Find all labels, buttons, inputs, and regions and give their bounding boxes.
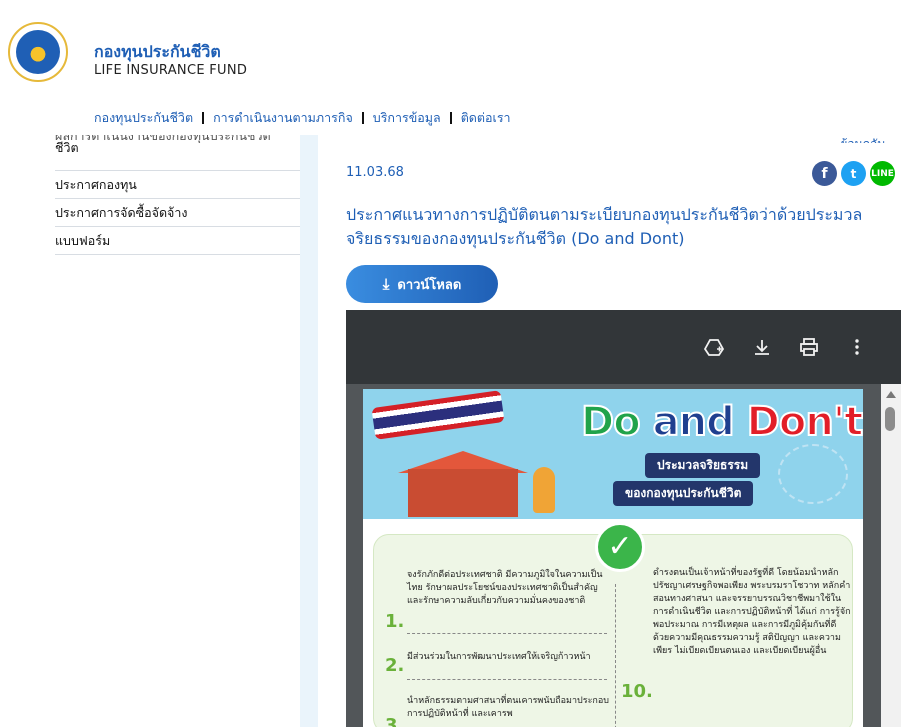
top-navigation: กองทุนประกันชีวิต การดำเนินงานตามภารกิจ … xyxy=(94,108,511,128)
more-vert-icon[interactable] xyxy=(846,337,868,359)
facebook-share-icon[interactable]: f xyxy=(812,161,837,186)
item-number: 3. xyxy=(385,715,405,727)
poster-title-dont: Don't xyxy=(746,398,863,446)
site-header: กองทุนประกันชีวิต LIFE INSURANCE FUND กอ… xyxy=(0,0,905,135)
column-divider xyxy=(615,584,616,727)
life-insurance-fund-seal-icon xyxy=(16,30,60,74)
do-item-text: จงรักภักดีต่อประเทศชาติ มีความภูมิใจในคว… xyxy=(407,570,603,606)
post-date: 11.03.68 xyxy=(346,165,404,180)
line-share-icon[interactable]: LINE xyxy=(870,161,895,186)
nav-item-contact[interactable]: ติดต่อเรา xyxy=(461,108,511,128)
brand-name-english: LIFE INSURANCE FUND xyxy=(94,63,248,78)
check-mark-icon: ✓ xyxy=(595,522,645,572)
pdf-page-area: Do and Don't ประมวลจริยธรรม ของกองทุนประ… xyxy=(346,384,901,727)
temple-image xyxy=(408,469,518,517)
item-divider xyxy=(407,633,607,634)
nav-item-operations[interactable]: การดำเนินงานตามภารกิจ xyxy=(213,108,353,128)
scroll-up-arrow-icon[interactable] xyxy=(886,391,896,398)
nav-item-information[interactable]: บริการข้อมูล xyxy=(373,108,441,128)
nav-separator xyxy=(202,112,205,124)
scroll-thumb[interactable] xyxy=(885,407,895,431)
item-divider xyxy=(407,679,607,680)
do-item-text: นำหลักธรรมตามศาสนาที่ตนเคารพนับถือมาประก… xyxy=(407,696,609,719)
poster-title-and: and xyxy=(652,398,736,446)
poster-title-do: Do xyxy=(580,398,642,446)
back-link[interactable]: ย้อนกลับ xyxy=(840,135,885,143)
nav-separator xyxy=(449,112,452,124)
do-item-text: มีส่วนร่วมในการพัฒนาประเทศให้เจริญก้าวหน… xyxy=(407,652,591,662)
page-title: ประกาศแนวทางการปฏิบัติตนตามระเบียบกองทุน… xyxy=(346,205,863,248)
poster-subtitle-2: ของกองทุนประกันชีวิต xyxy=(613,481,754,506)
main-content: ย้อนกลับ 11.03.68 f t LINE ประกาศแนวทางก… xyxy=(318,135,905,727)
item-number: 10. xyxy=(621,681,653,702)
print-icon[interactable] xyxy=(798,337,820,359)
drive-add-icon[interactable] xyxy=(703,337,725,359)
brand-name-thai[interactable]: กองทุนประกันชีวิต xyxy=(94,40,221,65)
pdf-viewer: Do and Don't ประมวลจริยธรรม ของกองทุนประ… xyxy=(346,310,901,727)
download-arrow-icon: ⤓ xyxy=(382,275,390,293)
site-logo[interactable] xyxy=(8,22,68,82)
item-number: 1. xyxy=(385,611,405,632)
poster-subtitle-1: ประมวลจริยธรรม xyxy=(645,453,761,478)
nav-item-about[interactable]: กองทุนประกันชีวิต xyxy=(94,108,193,128)
scale-decoration-image xyxy=(778,444,848,504)
sidebar-divider xyxy=(300,135,318,727)
sidebar-item-life[interactable]: ชีวิต xyxy=(55,141,300,171)
download-button-label: ดาวน์โหลด xyxy=(397,277,462,293)
sidebar-menu: ผลการดำเนินงานของกองทุนประกันชีวิต ชีวิต… xyxy=(55,129,300,255)
item-number: 2. xyxy=(385,655,405,676)
twitter-share-icon[interactable]: t xyxy=(841,161,866,186)
pdf-page: Do and Don't ประมวลจริยธรรม ของกองทุนประ… xyxy=(363,389,863,727)
pdf-toolbar xyxy=(346,310,901,384)
do-item-text: ดำรงตนเป็นเจ้าหน้าที่ของรัฐที่ดี โดยน้อม… xyxy=(653,568,851,656)
sidebar-item-announcements[interactable]: ประกาศกองทุน xyxy=(55,171,300,199)
sidebar-item-procurement[interactable]: ประกาศการจัดซื้อจัดจ้าง xyxy=(55,199,300,227)
buddha-statue-image xyxy=(533,467,555,513)
pdf-scrollbar[interactable] xyxy=(881,384,901,727)
download-icon[interactable] xyxy=(751,337,773,359)
poster-title: Do and Don't xyxy=(580,398,863,446)
share-buttons: f t LINE xyxy=(812,161,895,186)
download-button[interactable]: ⤓ ดาวน์โหลด xyxy=(346,265,498,303)
sidebar-item-forms[interactable]: แบบฟอร์ม xyxy=(55,227,300,255)
nav-separator xyxy=(361,112,364,124)
